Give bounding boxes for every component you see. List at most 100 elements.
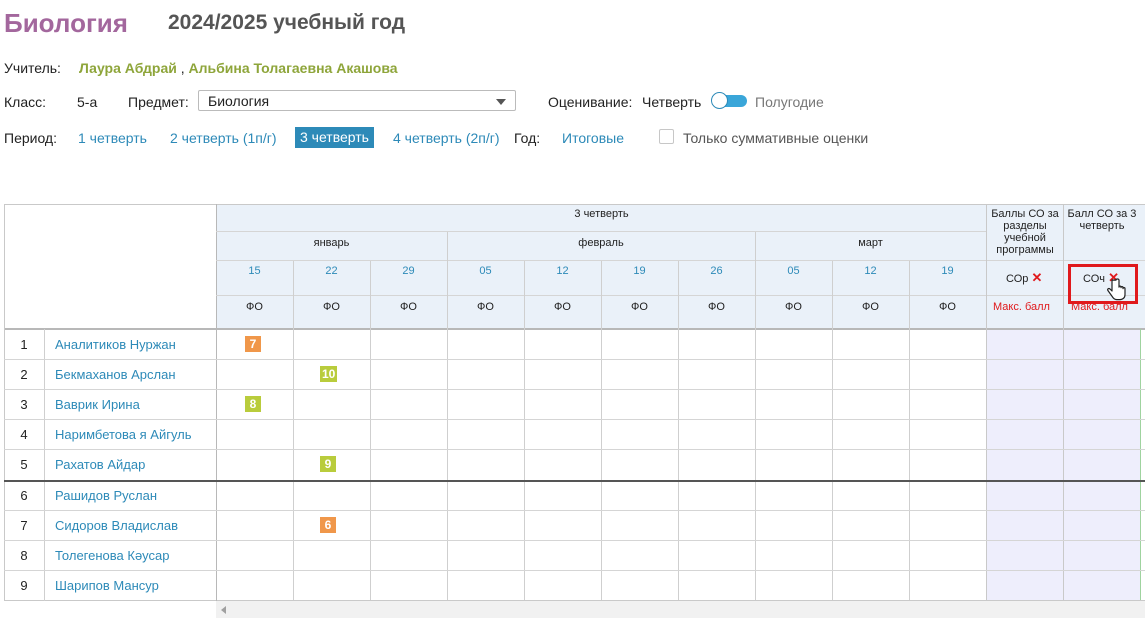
student-name-link[interactable]: Рахатов Айдар [55, 457, 145, 472]
soch-header: Балл СО за 3 четверть [1067, 208, 1137, 232]
teacher-name: Альбина Толагаевна Акашова [188, 60, 398, 76]
subject-label: Предмет: [128, 94, 189, 110]
assessment-type-label: ФО [554, 301, 571, 313]
date-header[interactable]: 29 [370, 265, 447, 277]
table-header-bottom [4, 328, 1145, 330]
grading-toggle[interactable] [711, 92, 747, 109]
date-col-divider [370, 261, 371, 600]
header-divider [987, 260, 1145, 261]
horizontal-scrollbar[interactable] [216, 601, 1145, 618]
col-divider [986, 204, 987, 601]
date-header[interactable]: 12 [832, 265, 909, 277]
page-title: Биология [4, 8, 128, 38]
month-divider [447, 232, 448, 329]
date-header[interactable]: 05 [755, 265, 832, 277]
date-col-divider [909, 261, 910, 600]
teacher-names: Лаура Абдрай , Альбина Толагаевна Акашов… [79, 60, 398, 76]
student-name-link[interactable]: Толегенова Кәусар [55, 548, 170, 563]
row-divider [4, 510, 1145, 511]
header-divider [216, 260, 987, 261]
assessment-type-label: ФО [862, 301, 879, 313]
period-final[interactable]: Итоговые [562, 130, 624, 146]
class-value: 5-а [77, 94, 98, 110]
row-number: 7 [20, 518, 28, 533]
period-q3-active[interactable]: 3 четверть [295, 127, 374, 148]
col-divider [44, 329, 45, 601]
grading-label: Оценивание: [548, 94, 633, 110]
student-name-link[interactable]: Шарипов Мансур [55, 578, 159, 593]
assessment-type-label: ФО [400, 301, 417, 313]
row-divider [4, 570, 1145, 571]
summative-columns-bg [987, 329, 1141, 600]
grading-option-quarter[interactable]: Четверть [642, 94, 701, 110]
assessment-type-label: ФО [631, 301, 648, 313]
student-name-link[interactable]: Аналитиков Нуржан [55, 337, 176, 352]
summative-only-checkbox[interactable] [659, 129, 674, 144]
date-col-divider [293, 261, 294, 600]
student-name-link[interactable]: Сидоров Владислав [55, 518, 178, 533]
date-header[interactable]: 05 [447, 265, 524, 277]
school-year: 2024/2025 учебный год [168, 11, 406, 34]
assessment-type-label: ФО [477, 301, 494, 313]
month-header: март [858, 237, 883, 249]
grade-table: 3 четверть январь февраль март Баллы СО … [0, 0, 1145, 620]
date-header[interactable]: 15 [216, 265, 293, 277]
grade-badge[interactable]: 8 [245, 396, 261, 412]
period-q1[interactable]: 1 четверть [78, 130, 147, 146]
row-number: 8 [20, 548, 28, 563]
soch-column-header: СОч ✕ [1083, 270, 1119, 286]
student-name-link[interactable]: Бекмаханов Арслан [55, 367, 176, 382]
table-border [4, 204, 1145, 205]
month-divider [755, 232, 756, 329]
assessment-type-label: ФО [246, 301, 263, 313]
grading-option-halfyear[interactable]: Полугодие [755, 94, 824, 110]
class-label: Класс: [4, 94, 46, 110]
soch-highlight-box [1068, 264, 1138, 304]
student-name-link[interactable]: Наримбетова я Айгуль [55, 427, 192, 442]
subject-select[interactable]: Биология [198, 90, 516, 111]
chevron-down-icon [496, 99, 506, 105]
grade-badge[interactable]: 6 [320, 517, 336, 533]
sor-column-header: СОр ✕ [1006, 270, 1042, 286]
grade-badge[interactable]: 7 [245, 336, 261, 352]
date-col-divider [524, 261, 525, 600]
teacher-separator: , [180, 60, 185, 76]
subject-select-value: Биология [208, 93, 270, 109]
delete-soch-icon[interactable]: ✕ [1108, 270, 1119, 285]
sor-max-label: Макс. балл [993, 301, 1050, 313]
quarter-header: 3 четверть [574, 208, 629, 220]
year-label: Год: [514, 130, 541, 146]
row-number: 1 [20, 337, 28, 352]
assessment-type-label: ФО [939, 301, 956, 313]
grade-badge[interactable]: 10 [320, 366, 338, 382]
date-header[interactable]: 12 [524, 265, 601, 277]
sor-label: СОр [1006, 273, 1029, 285]
col-divider [1063, 204, 1064, 601]
soch-max-label: Макс. балл [1071, 301, 1128, 313]
date-header[interactable]: 22 [293, 265, 370, 277]
col-divider [216, 204, 217, 601]
summative-only-label[interactable]: Только суммативные оценки [683, 130, 868, 146]
row-divider [4, 389, 1145, 390]
grade-badge[interactable]: 9 [320, 456, 336, 472]
assessment-type-label: ФО [708, 301, 725, 313]
row-number: 9 [20, 578, 28, 593]
student-name-link[interactable]: Ваврик Ирина [55, 397, 140, 412]
row-divider [4, 449, 1145, 450]
row-divider [4, 540, 1145, 541]
scroll-left-icon[interactable] [221, 606, 226, 614]
period-q4[interactable]: 4 четверть (2п/г) [393, 130, 500, 146]
period-q2[interactable]: 2 четверть (1п/г) [170, 130, 277, 146]
month-header: февраль [578, 237, 624, 249]
table-header-bg [216, 204, 1145, 328]
date-col-divider [832, 261, 833, 600]
delete-sor-icon[interactable]: ✕ [1031, 270, 1042, 285]
date-header[interactable]: 26 [678, 265, 755, 277]
date-header[interactable]: 19 [601, 265, 678, 277]
row-number: 5 [20, 457, 28, 472]
sor-header: Баллы СО за разделы учебной программы [991, 208, 1059, 256]
date-header[interactable]: 19 [909, 265, 986, 277]
assessment-type-label: ФО [323, 301, 340, 313]
student-name-link[interactable]: Рашидов Руслан [55, 488, 157, 503]
table-border [4, 204, 5, 601]
